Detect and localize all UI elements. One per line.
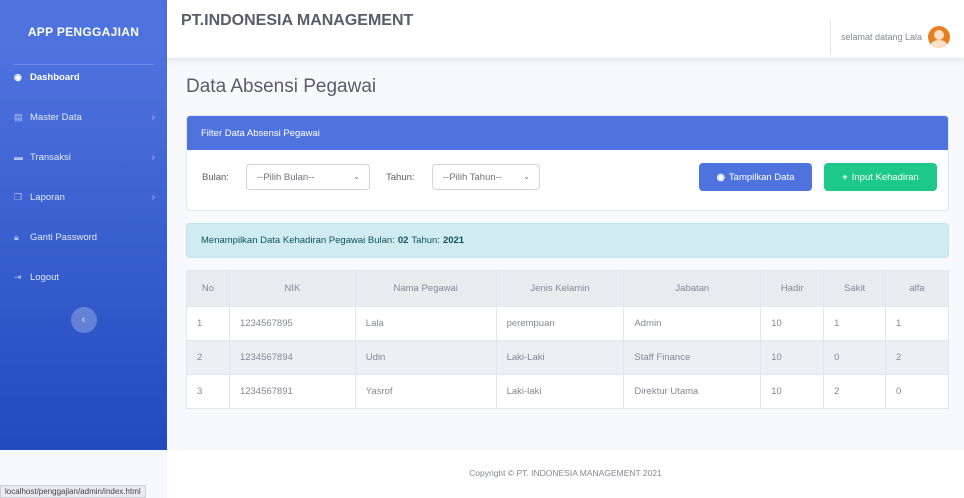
company-name: PT.INDONESIA MANAGEMENT bbox=[181, 12, 414, 29]
table-cell: Udin bbox=[354, 340, 497, 375]
alert-year-label: Tahun: bbox=[411, 235, 440, 246]
sidebar-item-laporan[interactable]: ❐ Laporan › bbox=[0, 177, 167, 217]
browser-status-url: localhost/penggajian/admin/index.html bbox=[0, 485, 146, 498]
column-header: No bbox=[186, 270, 230, 307]
tampilkan-data-label: Tampilkan Data bbox=[728, 171, 795, 183]
sidebar: APP PENGGAJIAN ◉ Dashboard ▤ Master Data… bbox=[0, 0, 167, 450]
table-row: 2 1234567894 Udin Laki-Laki Staff Financ… bbox=[186, 340, 949, 375]
avatar[interactable] bbox=[928, 26, 950, 48]
alert-text: Menampilkan Data Kehadiran Pegawai Bulan… bbox=[201, 235, 395, 246]
page-title: Data Absensi Pegawai bbox=[186, 76, 377, 97]
sidebar-item-label: Transaksi bbox=[30, 151, 71, 163]
column-header: Hadir bbox=[760, 270, 825, 307]
table-cell: 1234567891 bbox=[228, 374, 356, 409]
table-cell: Admin bbox=[623, 306, 762, 341]
table-row: 1 1234567895 Lala perempuan Admin 10 1 1 bbox=[186, 306, 949, 341]
input-kehadiran-button[interactable]: + Input Kehadiran bbox=[824, 163, 937, 191]
table-header-row: No NIK Nama Pegawai Jenis Kelamin Jabata… bbox=[186, 270, 949, 307]
table-cell: Staff Finance bbox=[623, 340, 762, 375]
table-cell: Laki-Laki bbox=[495, 340, 625, 375]
lock-icon: 🔒︎ bbox=[14, 231, 19, 242]
alert-year: 2021 bbox=[442, 235, 465, 246]
table-cell: 10 bbox=[760, 306, 825, 341]
table-row: 3 1234567891 Yasrof Laki-laki Direktur U… bbox=[186, 374, 949, 409]
sidebar-item-logout[interactable]: ⇥ Logout bbox=[0, 257, 167, 297]
topbar: PT.INDONESIA MANAGEMENT selamat datang L… bbox=[167, 0, 964, 58]
plus-icon: + bbox=[842, 171, 848, 183]
sidebar-item-transaksi[interactable]: ▬ Transaksi › bbox=[0, 137, 167, 177]
sidebar-item-label: Logout bbox=[30, 271, 60, 283]
sidebar-item-master-data[interactable]: ▤ Master Data › bbox=[0, 97, 167, 137]
column-header: NIK bbox=[228, 270, 356, 307]
sidebar-toggle-button[interactable]: ‹ bbox=[70, 307, 97, 333]
column-header: Sakit bbox=[823, 270, 887, 307]
table-cell: 2 bbox=[823, 374, 887, 409]
table-cell: 1234567895 bbox=[228, 306, 356, 341]
database-icon: ▤ bbox=[14, 111, 23, 122]
table-cell: 1 bbox=[823, 306, 887, 341]
chevron-right-icon: › bbox=[151, 191, 155, 203]
sidebar-item-dashboard[interactable]: ◉ Dashboard bbox=[0, 57, 167, 97]
table-cell: Yasrof bbox=[354, 374, 497, 409]
info-alert: Menampilkan Data Kehadiran Pegawai Bulan… bbox=[186, 223, 949, 258]
chevron-right-icon: › bbox=[151, 111, 155, 123]
chevron-right-icon: › bbox=[151, 151, 155, 163]
table-cell: perempuan bbox=[495, 306, 625, 341]
column-header: Nama Pegawai bbox=[354, 270, 497, 307]
tampilkan-data-button[interactable]: ◉ Tampilkan Data bbox=[699, 163, 812, 191]
sidebar-item-label: Master Data bbox=[30, 111, 82, 123]
filter-card: Filter Data Absensi Pegawai Bulan: --Pil… bbox=[186, 115, 949, 211]
sidebar-item-label: Laporan bbox=[30, 191, 65, 203]
table-cell: Lala bbox=[354, 306, 497, 341]
table-cell: 2 bbox=[885, 340, 949, 375]
filter-card-header: Filter Data Absensi Pegawai bbox=[187, 116, 948, 150]
tahun-select-value: --Pilih Tahun-- bbox=[443, 171, 502, 183]
input-kehadiran-label: Input Kehadiran bbox=[851, 171, 919, 183]
sidebar-brand[interactable]: APP PENGGAJIAN bbox=[0, 0, 167, 64]
attendance-table: No NIK Nama Pegawai Jenis Kelamin Jabata… bbox=[186, 270, 949, 409]
table-cell: 1 bbox=[186, 306, 230, 341]
table-cell: 3 bbox=[186, 374, 230, 409]
table-cell: Laki-laki bbox=[495, 374, 625, 409]
table-cell: 0 bbox=[823, 340, 887, 375]
money-icon: ▬ bbox=[14, 152, 23, 162]
table-cell: 2 bbox=[186, 340, 230, 375]
user-menu[interactable]: selamat datang Lala bbox=[829, 20, 950, 54]
bulan-select[interactable]: --Pilih Bulan-- ⌄ bbox=[246, 164, 370, 190]
tahun-label: Tahun: bbox=[386, 172, 415, 183]
sidebar-item-ganti-password[interactable]: 🔒︎ Ganti Password bbox=[0, 217, 167, 257]
table-cell: 0 bbox=[885, 374, 949, 409]
chevron-left-icon: ‹ bbox=[81, 314, 86, 326]
logout-icon: ⇥ bbox=[14, 271, 22, 282]
filter-card-body: Bulan: --Pilih Bulan-- ⌄ Tahun: --Pilih … bbox=[187, 150, 948, 210]
chevron-down-icon: ⌄ bbox=[523, 172, 530, 181]
chevron-down-icon: ⌄ bbox=[353, 172, 360, 181]
sidebar-item-label: Dashboard bbox=[30, 71, 80, 83]
eye-icon: ◉ bbox=[716, 171, 725, 183]
sidebar-item-label: Ganti Password bbox=[30, 231, 98, 243]
table-cell: 10 bbox=[760, 340, 825, 375]
table-cell: 10 bbox=[760, 374, 825, 409]
table-cell: 1234567894 bbox=[228, 340, 356, 375]
tahun-select[interactable]: --Pilih Tahun-- ⌄ bbox=[432, 164, 540, 190]
copy-icon: ❐ bbox=[14, 191, 23, 202]
table-cell: 1 bbox=[885, 306, 949, 341]
copyright-text: Copyright © PT. INDONESIA MANAGEMENT 202… bbox=[469, 468, 662, 478]
dashboard-icon: ◉ bbox=[14, 71, 22, 82]
footer: Copyright © PT. INDONESIA MANAGEMENT 202… bbox=[167, 450, 964, 498]
column-header: Jenis Kelamin bbox=[495, 270, 625, 307]
bulan-select-value: --Pilih Bulan-- bbox=[257, 171, 315, 183]
column-header: alfa bbox=[885, 270, 949, 307]
welcome-text: selamat datang Lala bbox=[840, 32, 922, 42]
bulan-label: Bulan: bbox=[202, 172, 229, 183]
alert-month: 02 bbox=[397, 235, 409, 246]
topbar-divider bbox=[829, 20, 831, 54]
column-header: Jabatan bbox=[623, 270, 762, 307]
table-cell: Direktur Utama bbox=[623, 374, 762, 409]
